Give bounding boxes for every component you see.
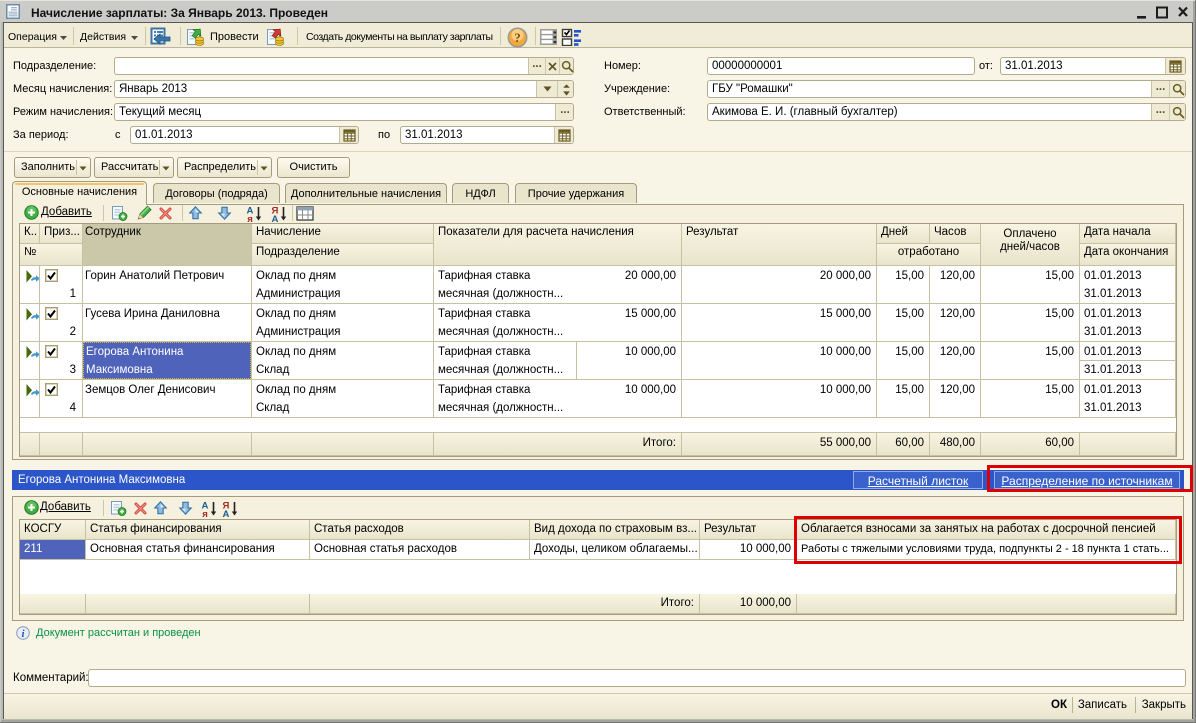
svg-text:я: я: [247, 214, 253, 223]
svg-text:я: я: [202, 509, 208, 518]
svg-text:А: А: [223, 509, 230, 518]
svg-text:?: ?: [514, 30, 521, 45]
svg-text:А: А: [272, 214, 279, 223]
